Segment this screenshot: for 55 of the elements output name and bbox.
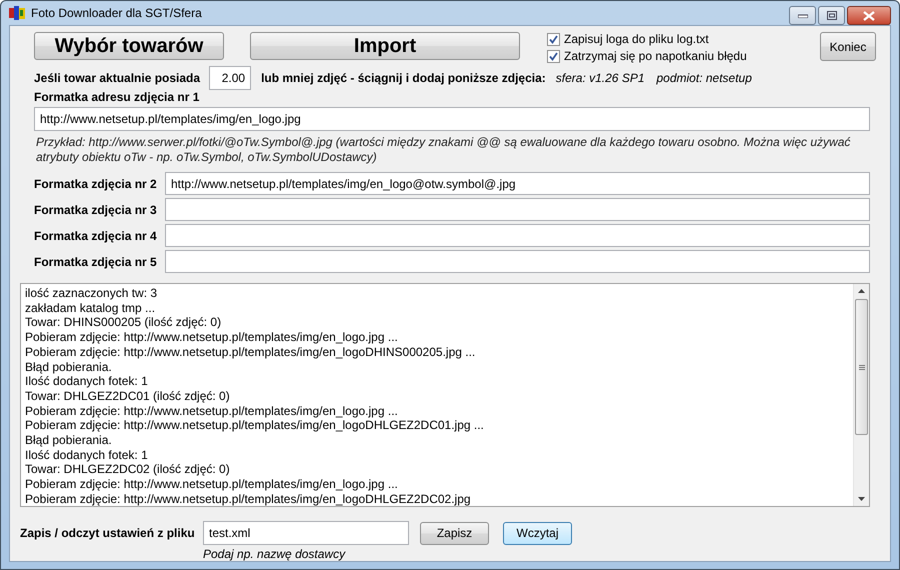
example-note: Przykład: http://www.serwer.pl/fotki/@oTw.Symbol@.jpg (wartości między znakami @@ są ewaluowane dla każdego towaru osobno. Można więc używać atrybuty obiektu oTw - np. oTw.Symbol, oTw.SymbolUDostawcy)	[36, 135, 852, 166]
version-info: sfera: v1.26 SP1	[556, 71, 644, 85]
maximize-button[interactable]	[818, 6, 845, 25]
scroll-thumb[interactable]	[855, 299, 868, 435]
format-label: Formatka zdjęcia nr 5	[34, 254, 158, 268]
format-label: Formatka zdjęcia nr 4	[34, 228, 158, 242]
log-line: Towar: DHLGEZ2DC01 (ilość zdjęć: 0)	[25, 388, 231, 404]
maximize-icon	[826, 11, 836, 20]
log-line: Pobieram zdjęcie: http://www.netsetup.pl/templates/img/en_logo.jpg ...	[25, 404, 399, 418]
scroll-down-icon[interactable]	[858, 497, 865, 501]
version-info: podmiot: netsetup	[656, 71, 752, 85]
url-field[interactable]	[165, 224, 870, 247]
log-line: zakładam katalog tmp ...	[25, 300, 156, 316]
format-label: Formatka zdjęcia nr 3	[34, 202, 158, 216]
log-line: ilość zaznaczonych tw: 3	[25, 286, 158, 301]
file-name-field[interactable]: test.xml	[203, 521, 409, 545]
checkbox-label: Zapisuj loga do pliku log.txt	[564, 32, 709, 46]
url-field[interactable]: http://www.netsetup.pl/templates/img/en_logo.jpg	[34, 107, 870, 131]
hint-text: Podaj np. nazwę dostawcy	[203, 547, 347, 561]
log-line: Pobieram zdjęcie: http://www.netsetup.pl/templates/img/en_logoDHINS000205.jpg ...	[25, 344, 476, 360]
url-field[interactable]: http://www.netsetup.pl/templates/img/en_logo@otw.symbol@.jpg	[165, 172, 870, 195]
log-line: Pobieram zdjęcie: http://www.netsetup.pl/templates/img/en_logoDHLGEZ2DC02.jpg	[25, 492, 472, 507]
close-button[interactable]	[847, 6, 891, 25]
scrollbar[interactable]	[853, 284, 869, 506]
exit-button[interactable]: Koniec	[820, 32, 876, 61]
scroll-up-icon[interactable]	[858, 289, 865, 293]
checkbox[interactable]	[547, 32, 560, 46]
checkbox[interactable]	[547, 50, 560, 62]
minimize-icon	[798, 14, 808, 18]
log-line: Ilość dodanych fotek: 1	[25, 448, 149, 462]
format-label: Formatka adresu zdjęcia nr 1	[34, 90, 200, 105]
log-line: Ilość dodanych fotek: 1	[25, 374, 149, 389]
window-title: Foto Downloader dla SGT/Sfera	[31, 6, 202, 20]
format-label: Formatka zdjęcia nr 2	[34, 176, 158, 190]
import-button[interactable]: Import	[250, 32, 520, 60]
close-icon	[863, 10, 875, 20]
app-icon	[9, 5, 25, 21]
log-line: Pobieram zdjęcie: http://www.netsetup.pl/templates/img/en_logo.jpg ...	[25, 477, 399, 492]
log-line: Pobieram zdjęcie: http://www.netsetup.pl/templates/img/en_logo.jpg ...	[25, 330, 399, 345]
photo-count-field[interactable]: 2.00	[209, 66, 252, 90]
threshold-label: Jeśli towar aktualnie posiada	[34, 71, 200, 85]
log-line: Towar: DHLGEZ2DC02 (ilość zdjęć: 0)	[25, 462, 231, 478]
settings-file-label: Zapis / odczyt ustawień z pliku	[20, 526, 196, 540]
minimize-button[interactable]	[789, 6, 816, 25]
log-line: Pobieram zdjęcie: http://www.netsetup.pl/templates/img/en_logoDHLGEZ2DC01.jpg ...	[25, 418, 485, 434]
checkbox-label: Zatrzymaj się po napotkaniu błędu	[564, 49, 747, 63]
log-line: Towar: DHINS000205 (ilość zdjęć: 0)	[25, 315, 222, 330]
threshold-suffix-label: lub mniej zdjęć - ściągnij i dodaj poniższe zdjęcia:	[261, 71, 546, 85]
url-field[interactable]	[165, 250, 870, 273]
log-line: Błąd pobierania.	[25, 433, 113, 448]
load-button[interactable]: Wczytaj	[503, 522, 572, 544]
save-button[interactable]: Zapisz	[420, 522, 489, 544]
select-products-button[interactable]: Wybór towarów	[34, 32, 224, 60]
url-field[interactable]	[165, 198, 870, 221]
log-line: Błąd pobierania.	[25, 360, 113, 374]
